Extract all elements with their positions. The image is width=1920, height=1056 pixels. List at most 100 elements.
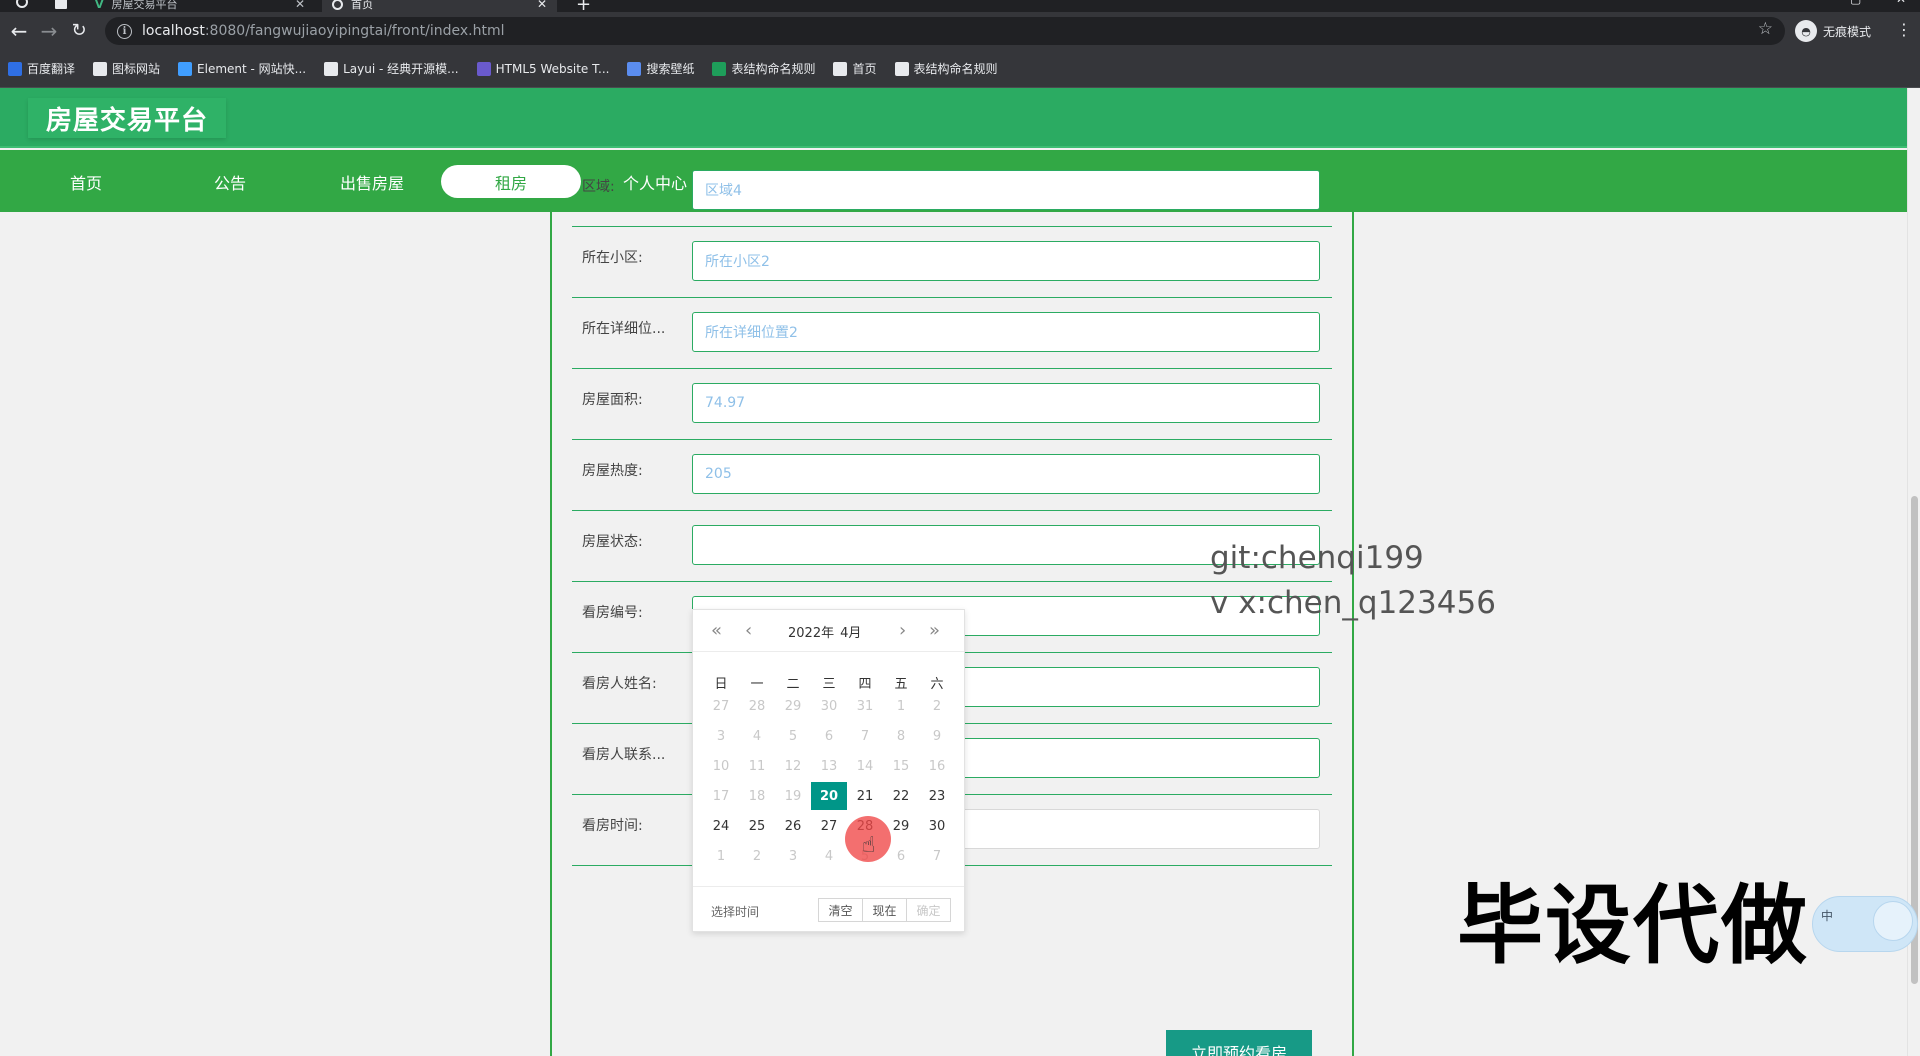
calendar-day[interactable]: 8 — [883, 722, 919, 750]
chrome-icon — [16, 0, 28, 8]
next-month-icon[interactable]: › — [899, 620, 906, 641]
nav-item[interactable]: 公告 — [160, 165, 300, 198]
browser-menu-icon[interactable]: ⋮ — [1896, 20, 1912, 39]
calendar-day[interactable]: 14 — [847, 752, 883, 780]
bookmark-item[interactable]: Element - 网站快... — [178, 60, 306, 77]
nav-item[interactable]: 首页 — [16, 165, 156, 198]
field-input[interactable]: 所在详细位置2 — [692, 312, 1320, 352]
clear-button[interactable]: 清空 — [818, 898, 863, 922]
calendar-day[interactable]: 2 — [919, 692, 955, 720]
nav-item[interactable]: 出售房屋 — [302, 165, 442, 198]
calendar-day[interactable]: 5 — [775, 722, 811, 750]
bookmark-star-icon[interactable]: ☆ — [1758, 19, 1773, 39]
date-picker-title: 2022年 4月 — [788, 622, 861, 641]
field-input[interactable]: 205 — [692, 454, 1320, 494]
calendar-day[interactable]: 19 — [775, 782, 811, 810]
browser-tab-1[interactable]: V 房屋交易平台 ✕ — [85, 0, 315, 12]
calendar-day[interactable]: 4 — [739, 722, 775, 750]
bookmark-item[interactable]: Layui - 经典开源模... — [324, 60, 459, 77]
next-year-icon[interactable]: » — [929, 620, 940, 641]
calendar-day[interactable]: 18 — [739, 782, 775, 810]
incognito-indicator[interactable]: ◓ 无痕模式 — [1795, 17, 1871, 45]
back-icon[interactable]: ← — [4, 12, 34, 50]
calendar-day[interactable]: 10 — [703, 752, 739, 780]
field-label: 区域: — [582, 179, 615, 195]
calendar-day[interactable]: 13 — [811, 752, 847, 780]
field-input[interactable]: 74.97 — [692, 383, 1320, 423]
calendar-day[interactable]: 3 — [703, 722, 739, 750]
calendar-day[interactable]: 26 — [775, 812, 811, 840]
address-bar[interactable]: i localhost:8080/fangwujiaoyipingtai/fro… — [105, 17, 1785, 45]
calendar-day[interactable]: 7 — [847, 722, 883, 750]
calendar-day[interactable]: 1 — [703, 842, 739, 870]
forward-icon[interactable]: → — [34, 12, 64, 50]
maximize-icon[interactable]: ▢ — [1850, 0, 1861, 6]
calendar-day[interactable]: 1 — [883, 692, 919, 720]
bookmark-item[interactable]: 搜索壁纸 — [627, 60, 694, 77]
bookmark-item[interactable]: 表结构命名规则 — [894, 60, 998, 77]
calendar-day[interactable]: 24 — [703, 812, 739, 840]
nav-item[interactable]: 租房 — [441, 165, 581, 198]
select-time-link[interactable]: 选择时间 — [711, 903, 759, 920]
close-tab-icon[interactable]: ✕ — [537, 0, 547, 11]
calendar-day[interactable]: 31 — [847, 692, 883, 720]
ime-widget[interactable]: 中 — [1812, 896, 1918, 952]
calendar-day[interactable]: 22 — [883, 782, 919, 810]
calendar-day[interactable]: 15 — [883, 752, 919, 780]
bookmark-item[interactable]: HTML5 Website T... — [476, 61, 609, 76]
form-row: 区域: 区域4 — [572, 156, 1332, 227]
bookmark-label: 表结构命名规则 — [731, 62, 816, 76]
form-row: 房屋热度: 205 — [572, 440, 1332, 511]
calendar-day[interactable]: 21 — [847, 782, 883, 810]
prev-year-icon[interactable]: « — [711, 620, 722, 641]
git-text: git:chenqi199 — [1210, 540, 1424, 576]
calendar-day[interactable]: 23 — [919, 782, 955, 810]
close-tab-icon[interactable]: ✕ — [295, 0, 305, 11]
bookmark-item[interactable]: 百度翻译 — [8, 60, 75, 77]
calendar-day[interactable]: 11 — [739, 752, 775, 780]
bookmark-label: 搜索壁纸 — [646, 62, 695, 76]
submit-booking-button[interactable]: 立即预约看房 — [1166, 1030, 1312, 1056]
prev-month-icon[interactable]: ‹ — [745, 620, 752, 641]
sheet-icon — [712, 61, 727, 76]
calendar-day[interactable]: 2 — [739, 842, 775, 870]
calendar-day[interactable]: 17 — [703, 782, 739, 810]
calendar-day[interactable]: 7 — [919, 842, 955, 870]
new-tab-icon[interactable]: + — [576, 0, 591, 12]
close-window-icon[interactable]: ✕ — [1896, 0, 1906, 6]
bookmark-label: Layui - 经典开源模... — [343, 62, 459, 76]
calendar-day[interactable]: 6 — [811, 722, 847, 750]
now-button[interactable]: 现在 — [862, 898, 907, 922]
calendar-day[interactable]: 27 — [703, 692, 739, 720]
picker-year[interactable]: 2022年 — [788, 622, 834, 641]
browser-tab-2[interactable]: 首页 ✕ — [322, 0, 557, 12]
info-icon[interactable]: i — [117, 23, 132, 39]
calendar-day[interactable]: 25 — [739, 812, 775, 840]
calendar-day[interactable]: 4 — [811, 842, 847, 870]
bookmark-item[interactable]: 首页 — [833, 60, 877, 77]
picker-month[interactable]: 4月 — [840, 622, 861, 641]
calendar-day[interactable]: 30 — [919, 812, 955, 840]
bookmark-label: Element - 网站快... — [197, 62, 307, 76]
bookmark-label: 首页 — [852, 62, 877, 76]
window-icon[interactable] — [55, 0, 67, 9]
calendar-day[interactable]: 29 — [775, 692, 811, 720]
calendar-day[interactable]: 28 — [739, 692, 775, 720]
field-input[interactable]: 所在小区2 — [692, 241, 1320, 281]
calendar-day[interactable]: 20 — [811, 782, 847, 810]
calendar-day[interactable]: 9 — [919, 722, 955, 750]
bookmark-item[interactable]: 表结构命名规则 — [712, 60, 815, 77]
calendar-day[interactable]: 27 — [811, 812, 847, 840]
bookmark-item[interactable]: 图标网站 — [93, 60, 160, 77]
calendar-day[interactable]: 12 — [775, 752, 811, 780]
minimize-icon[interactable]: — — [1800, 0, 1812, 6]
calendar-day[interactable]: 16 — [919, 752, 955, 780]
calendar-day[interactable]: 3 — [775, 842, 811, 870]
reload-icon[interactable]: ↻ — [64, 12, 94, 50]
globe-icon — [833, 61, 848, 76]
field-input[interactable]: 区域4 — [692, 170, 1320, 210]
bookmark-label: 图标网站 — [112, 62, 161, 76]
calendar-day[interactable]: 30 — [811, 692, 847, 720]
site-logo[interactable]: 房屋交易平台 — [28, 98, 227, 138]
confirm-button[interactable]: 确定 — [906, 898, 951, 922]
